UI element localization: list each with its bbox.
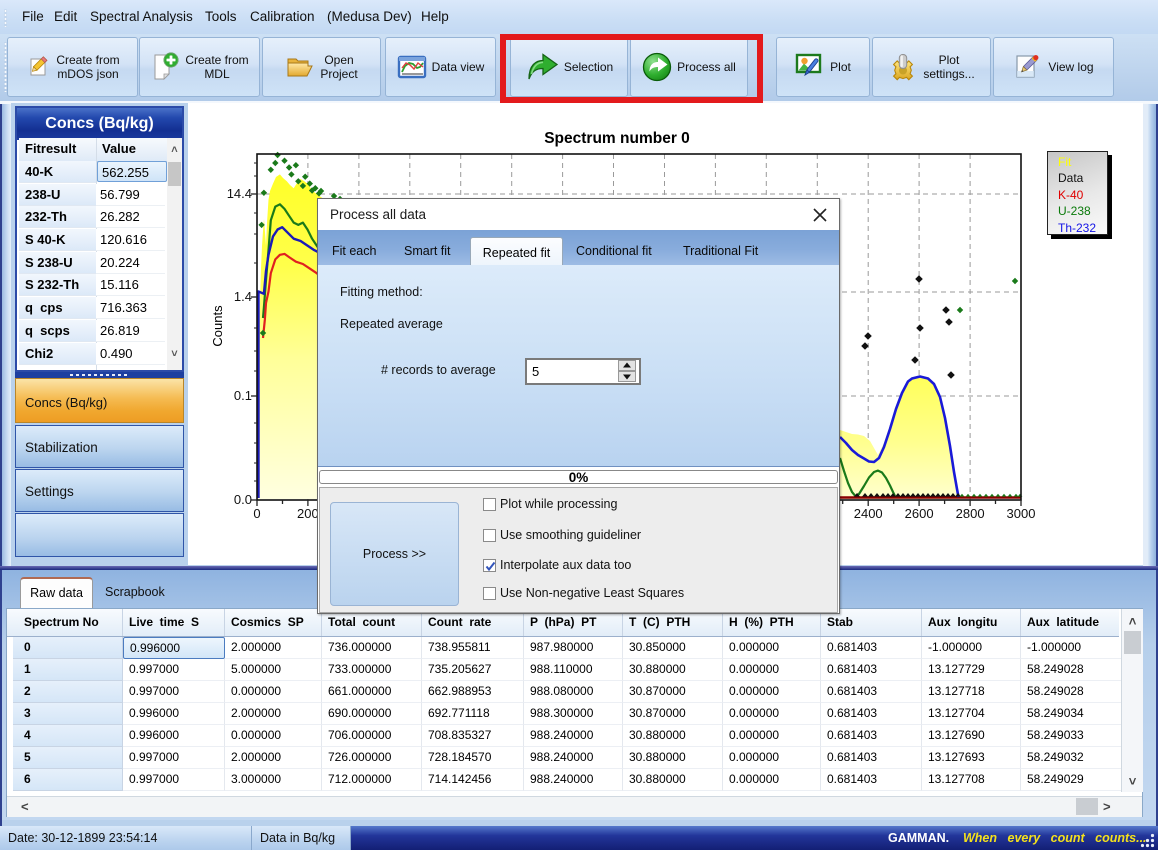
svg-text:2600: 2600: [905, 506, 934, 521]
svg-text:0: 0: [253, 506, 260, 521]
svg-text:2800: 2800: [956, 506, 985, 521]
svg-text:1.4: 1.4: [234, 289, 252, 304]
svg-text:3000: 3000: [1007, 506, 1036, 521]
svg-text:Spectrum number 0: Spectrum number 0: [544, 130, 690, 147]
svg-text:200: 200: [297, 506, 319, 521]
svg-text:0.0: 0.0: [234, 492, 252, 507]
svg-text:14.4: 14.4: [227, 186, 252, 201]
svg-text:2400: 2400: [854, 506, 883, 521]
svg-text:Counts: Counts: [210, 305, 225, 347]
svg-text:0.1: 0.1: [234, 388, 252, 403]
